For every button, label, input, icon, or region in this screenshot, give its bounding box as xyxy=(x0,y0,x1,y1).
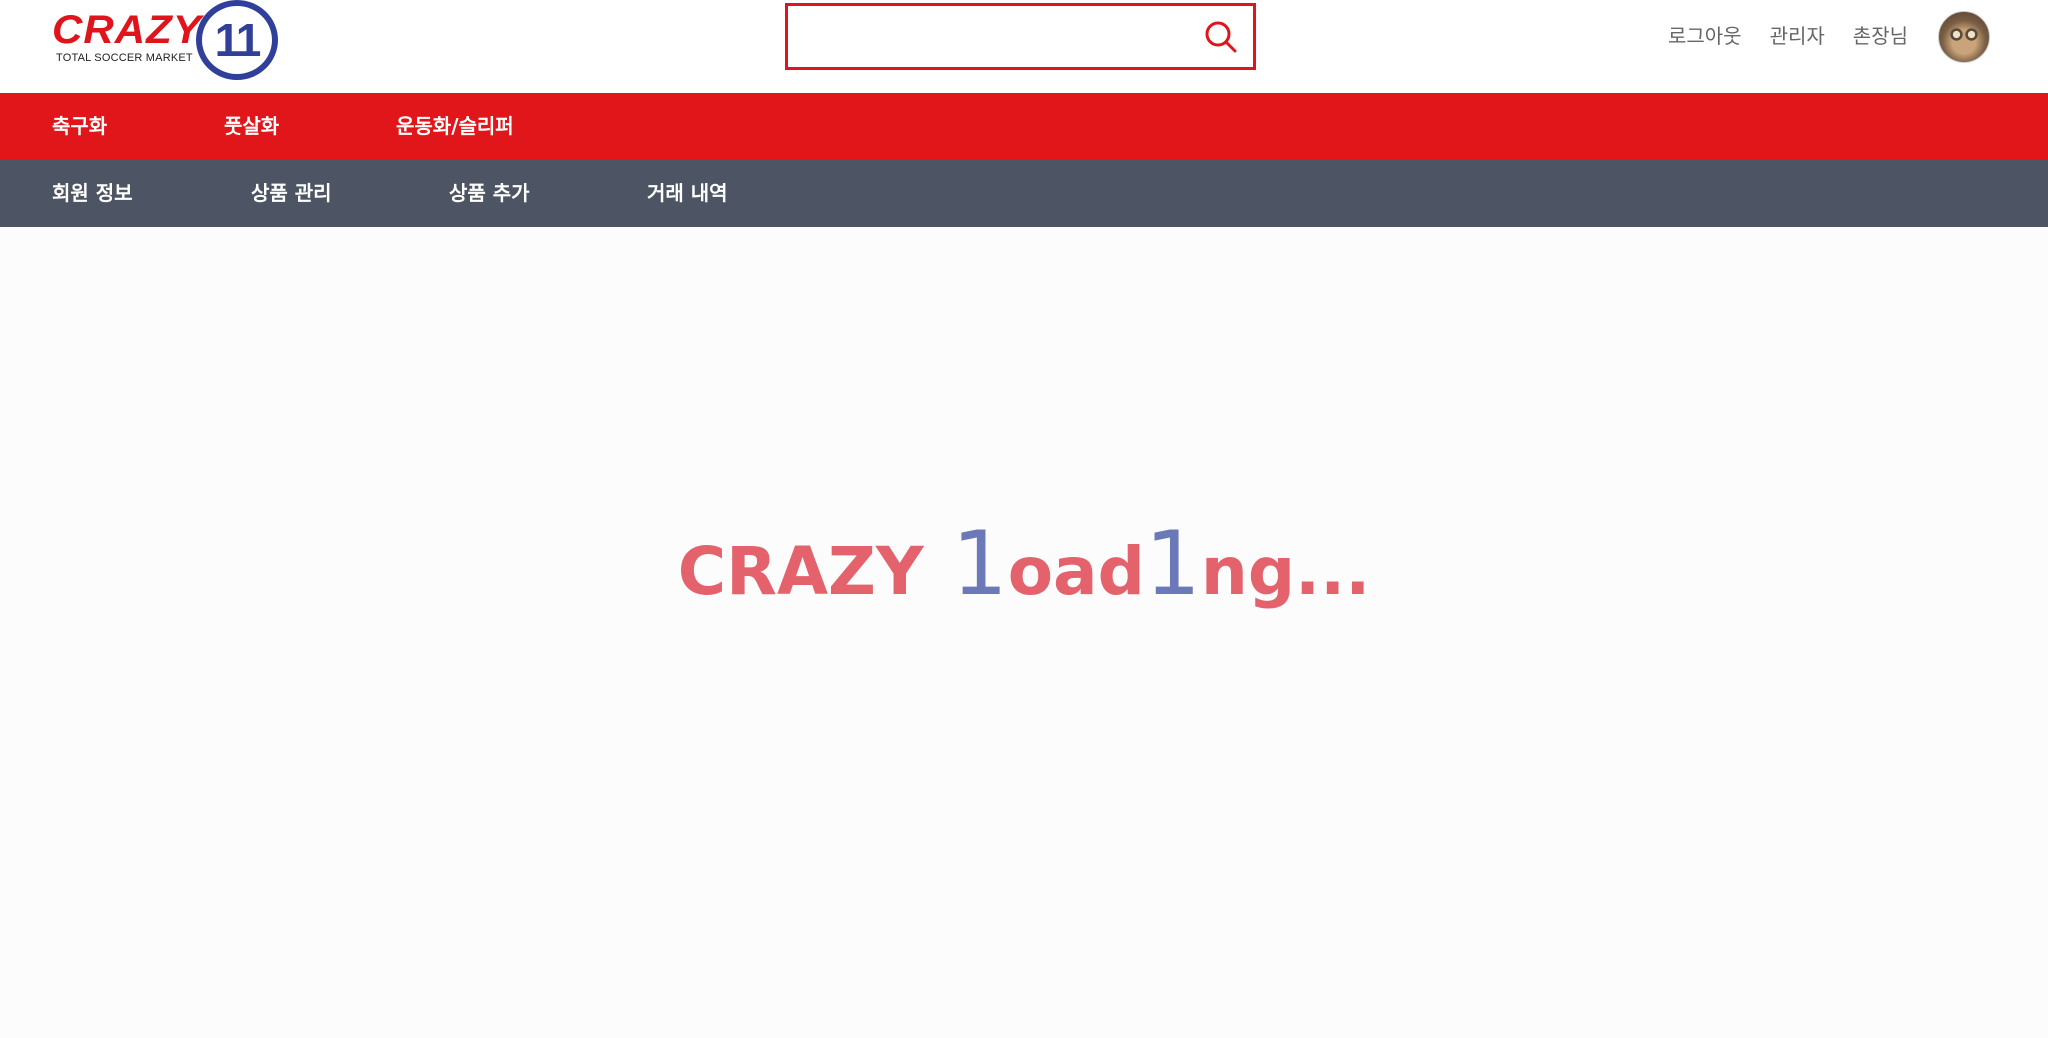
main-nav: 축구화 풋살화 운동화/슬리퍼 xyxy=(0,93,2048,159)
header: CRAZY TOTAL SOCCER MARKET 11 로그아웃 관리자 촌장… xyxy=(0,0,2048,93)
admin-nav-item-member-info[interactable]: 회원 정보 xyxy=(52,159,133,227)
loading-indicator: CRAZY 1oad1ng... xyxy=(0,520,2048,608)
logo-badge-text: 11 xyxy=(214,14,262,66)
main-nav-item-sneakers-slippers[interactable]: 운동화/슬리퍼 xyxy=(396,93,514,159)
logo-tagline: TOTAL SOCCER MARKET xyxy=(56,52,193,64)
loading-text-one-a: 1 xyxy=(951,512,1008,615)
admin-nav-item-transaction-history[interactable]: 거래 내역 xyxy=(647,159,728,227)
logo-wordmark: CRAZY xyxy=(52,8,202,52)
logout-link[interactable]: 로그아웃 xyxy=(1668,22,1742,50)
admin-nav-item-product-management[interactable]: 상품 관리 xyxy=(251,159,332,227)
search-box xyxy=(785,3,1256,70)
admin-link[interactable]: 관리자 xyxy=(1770,22,1825,50)
admin-nav-item-add-product[interactable]: 상품 추가 xyxy=(449,159,530,227)
logo-badge: 11 xyxy=(196,0,278,80)
admin-nav: 회원 정보 상품 관리 상품 추가 거래 내역 xyxy=(0,159,2048,227)
logo[interactable]: CRAZY TOTAL SOCCER MARKET 11 xyxy=(52,0,284,82)
search-button[interactable] xyxy=(1203,19,1239,55)
loading-text-ng: ng... xyxy=(1200,533,1371,610)
main-nav-item-soccer-shoes[interactable]: 축구화 xyxy=(52,93,107,159)
loading-text-crazy: CRAZY xyxy=(677,533,924,610)
search-input[interactable] xyxy=(788,6,1188,67)
loading-text-oad: oad xyxy=(1007,533,1145,610)
user-links: 로그아웃 관리자 촌장님 xyxy=(1668,22,1908,50)
username-link[interactable]: 촌장님 xyxy=(1853,22,1908,50)
avatar[interactable] xyxy=(1938,11,1990,63)
search-icon xyxy=(1205,21,1237,53)
main-nav-item-futsal-shoes[interactable]: 풋살화 xyxy=(224,93,279,159)
loading-text-one-b: 1 xyxy=(1144,512,1201,615)
